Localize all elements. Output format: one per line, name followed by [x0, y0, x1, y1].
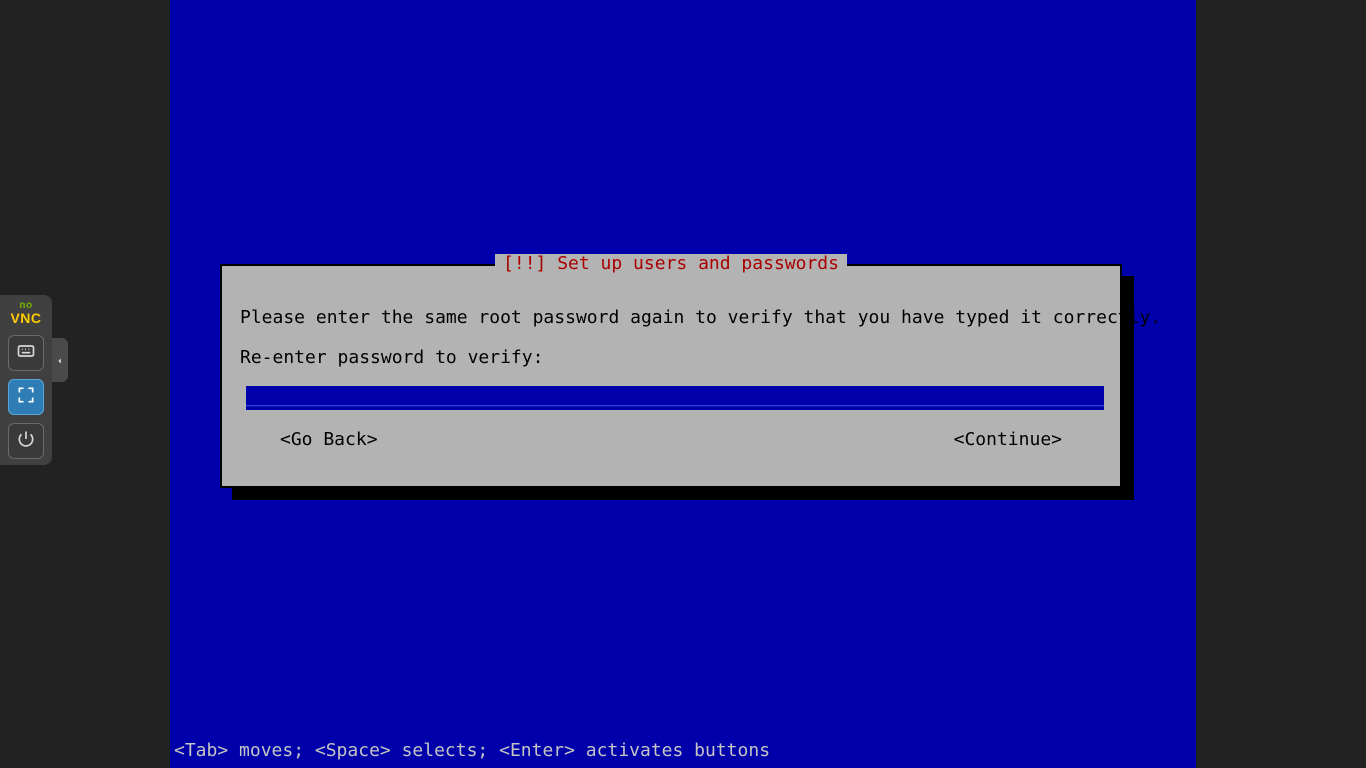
- vnc-logo: no VNC: [10, 301, 41, 325]
- toolbar-collapse-tab[interactable]: [52, 338, 68, 382]
- password-dialog: [!!] Set up users and passwords Please e…: [220, 264, 1122, 488]
- power-button[interactable]: [8, 423, 44, 459]
- chevron-left-icon: [55, 350, 65, 371]
- vnc-logo-bottom: VNC: [10, 311, 41, 325]
- dialog-title-wrap: [!!] Set up users and passwords: [222, 254, 1120, 275]
- dialog-prompt: Re-enter password to verify:: [240, 348, 543, 369]
- dialog-title: [!!] Set up users and passwords: [495, 254, 847, 275]
- vnc-toolbar: no VNC: [0, 295, 52, 465]
- dialog-instruction: Please enter the same root password agai…: [240, 308, 1102, 329]
- keyboard-button[interactable]: [8, 335, 44, 371]
- password-verify-input[interactable]: ________________________________________…: [246, 386, 1104, 410]
- power-icon: [16, 429, 36, 454]
- help-line: <Tab> moves; <Space> selects; <Enter> ac…: [170, 741, 770, 762]
- continue-button[interactable]: <Continue>: [954, 430, 1062, 451]
- fullscreen-icon: [16, 385, 36, 410]
- console-screen: [!!] Set up users and passwords Please e…: [170, 0, 1196, 768]
- keyboard-icon: [16, 341, 36, 366]
- dialog-button-row: <Go Back> <Continue>: [280, 430, 1062, 451]
- go-back-button[interactable]: <Go Back>: [280, 430, 378, 451]
- fullscreen-button[interactable]: [8, 379, 44, 415]
